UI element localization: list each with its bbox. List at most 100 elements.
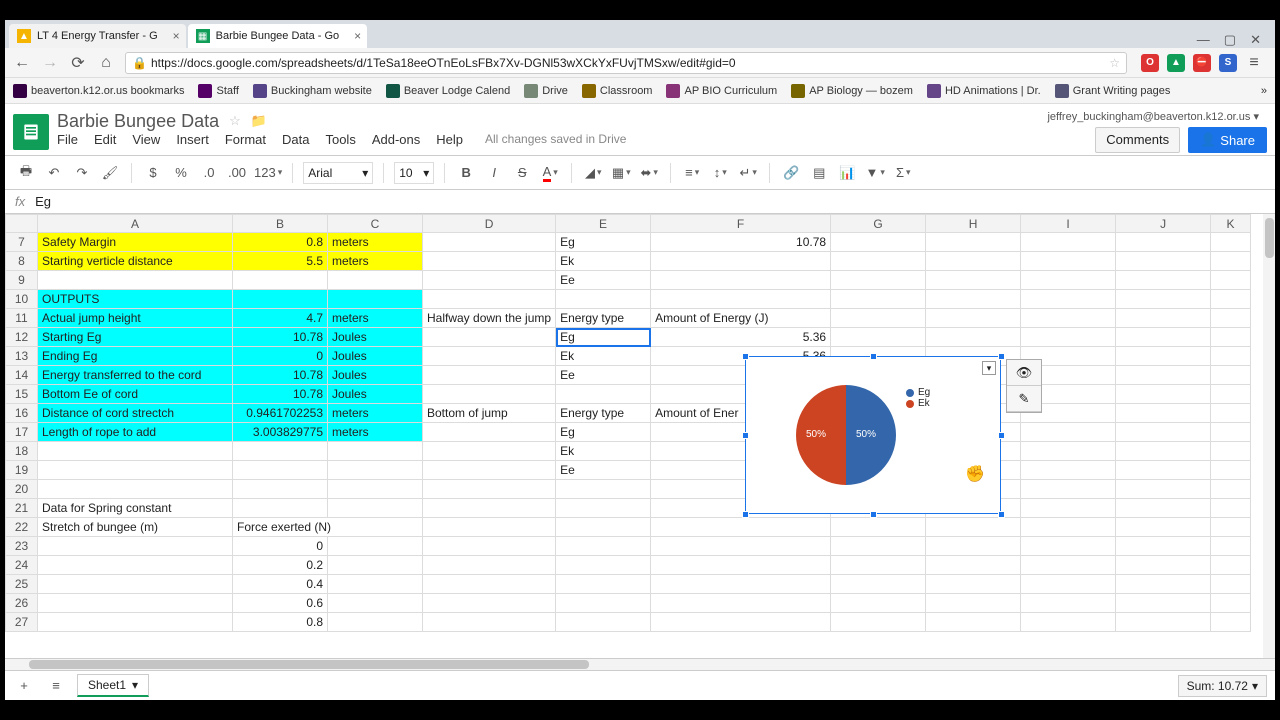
cell[interactable] — [1211, 594, 1251, 613]
cell[interactable] — [423, 480, 556, 499]
cell[interactable]: OUTPUTS — [38, 290, 233, 309]
sheet-tab[interactable]: Sheet1▾ — [77, 674, 149, 697]
menu-format[interactable]: Format — [225, 132, 266, 147]
cell[interactable]: 0.2 — [233, 556, 328, 575]
formula-bar[interactable]: fx Eg — [5, 190, 1275, 214]
resize-handle[interactable] — [742, 511, 749, 518]
spreadsheet-grid[interactable]: ABCDEFGHIJK7Safety Margin0.8metersEg10.7… — [5, 214, 1275, 658]
browser-tab[interactable]: ▦Barbie Bungee Data - Go× — [188, 24, 368, 48]
wrap-icon[interactable]: ↵ — [737, 161, 759, 185]
cell[interactable] — [423, 461, 556, 480]
cell[interactable] — [1211, 347, 1251, 366]
cell[interactable] — [1211, 328, 1251, 347]
cell[interactable] — [651, 518, 831, 537]
cell[interactable]: 0.8 — [233, 233, 328, 252]
row-header[interactable]: 17 — [6, 423, 38, 442]
cell[interactable] — [1116, 556, 1211, 575]
cell[interactable] — [1211, 271, 1251, 290]
link-icon[interactable]: 🔗 — [780, 161, 802, 185]
cell[interactable] — [1116, 518, 1211, 537]
cell[interactable]: Amount of Energy (J) — [651, 309, 831, 328]
cell[interactable]: 10.78 — [651, 233, 831, 252]
cell[interactable] — [1211, 518, 1251, 537]
cell[interactable] — [38, 613, 233, 632]
row-header[interactable]: 13 — [6, 347, 38, 366]
menu-help[interactable]: Help — [436, 132, 463, 147]
undo-icon[interactable]: ↶ — [43, 161, 65, 185]
home-icon[interactable]: ⌂ — [97, 54, 115, 72]
doc-title[interactable]: Barbie Bungee Data — [57, 111, 219, 132]
cell[interactable] — [831, 271, 926, 290]
col-header[interactable]: A — [38, 215, 233, 233]
cell[interactable] — [423, 575, 556, 594]
user-email[interactable]: jeffrey_buckingham@beaverton.k12.or.us ▾ — [1047, 110, 1259, 123]
merge-icon[interactable]: ⬌ — [638, 161, 660, 185]
cell[interactable] — [1021, 442, 1116, 461]
all-sheets-icon[interactable]: ≡ — [45, 674, 67, 698]
col-header[interactable]: E — [556, 215, 651, 233]
cell[interactable] — [651, 613, 831, 632]
cell[interactable] — [926, 613, 1021, 632]
bookmark-item[interactable]: Grant Writing pages — [1055, 84, 1171, 98]
cell[interactable]: 3.003829775 — [233, 423, 328, 442]
cell[interactable]: Bottom Ee of cord — [38, 385, 233, 404]
cell[interactable]: Ek — [556, 442, 651, 461]
adblock-icon[interactable]: ⛔ — [1193, 54, 1211, 72]
cell[interactable] — [233, 290, 328, 309]
cell[interactable] — [328, 271, 423, 290]
row-header[interactable]: 27 — [6, 613, 38, 632]
cell[interactable] — [926, 290, 1021, 309]
cell[interactable] — [1211, 613, 1251, 632]
cell[interactable] — [556, 480, 651, 499]
cell[interactable]: Stretch of bungee (m) — [38, 518, 233, 537]
cell[interactable] — [1211, 423, 1251, 442]
resize-handle[interactable] — [998, 353, 1005, 360]
cell[interactable] — [1021, 233, 1116, 252]
col-header[interactable]: K — [1211, 215, 1251, 233]
cell[interactable] — [556, 537, 651, 556]
cell[interactable] — [1021, 499, 1116, 518]
cell[interactable] — [423, 328, 556, 347]
cell[interactable]: Length of rope to add — [38, 423, 233, 442]
cell[interactable] — [1211, 556, 1251, 575]
cell[interactable] — [233, 461, 328, 480]
cell[interactable] — [423, 442, 556, 461]
vertical-scrollbar[interactable] — [1263, 214, 1275, 658]
bookmark-item[interactable]: Drive — [524, 84, 568, 98]
star-icon[interactable]: ☆ — [1109, 56, 1120, 70]
cell[interactable]: Halfway down the jump — [423, 309, 556, 328]
col-header[interactable]: C — [328, 215, 423, 233]
cell[interactable] — [1021, 461, 1116, 480]
row-header[interactable]: 12 — [6, 328, 38, 347]
cell[interactable] — [556, 499, 651, 518]
drive-ext-icon[interactable]: ▲ — [1167, 54, 1185, 72]
cell[interactable] — [1116, 366, 1211, 385]
cell[interactable] — [926, 252, 1021, 271]
cell[interactable] — [1116, 575, 1211, 594]
cell[interactable] — [831, 252, 926, 271]
cell[interactable] — [423, 366, 556, 385]
cell[interactable] — [651, 290, 831, 309]
cell[interactable] — [1116, 385, 1211, 404]
resize-handle[interactable] — [998, 511, 1005, 518]
cell[interactable]: Bottom of jump — [423, 404, 556, 423]
row-header[interactable]: 8 — [6, 252, 38, 271]
bookmark-item[interactable]: Buckingham website — [253, 84, 372, 98]
cell[interactable] — [423, 499, 556, 518]
row-header[interactable]: 15 — [6, 385, 38, 404]
cell[interactable]: Eg — [556, 423, 651, 442]
cell[interactable] — [1021, 575, 1116, 594]
cell[interactable] — [651, 575, 831, 594]
cell[interactable]: Data for Spring constant — [38, 499, 233, 518]
cell[interactable] — [1211, 480, 1251, 499]
cell[interactable] — [1021, 594, 1116, 613]
cell[interactable] — [1211, 309, 1251, 328]
comment-icon[interactable]: ▤ — [808, 161, 830, 185]
row-header[interactable]: 25 — [6, 575, 38, 594]
cell[interactable]: 10.78 — [233, 385, 328, 404]
bookmark-item[interactable]: AP Biology — bozem — [791, 84, 913, 98]
cell[interactable] — [1116, 499, 1211, 518]
cell[interactable] — [1021, 423, 1116, 442]
cell[interactable] — [328, 461, 423, 480]
cell[interactable] — [328, 613, 423, 632]
